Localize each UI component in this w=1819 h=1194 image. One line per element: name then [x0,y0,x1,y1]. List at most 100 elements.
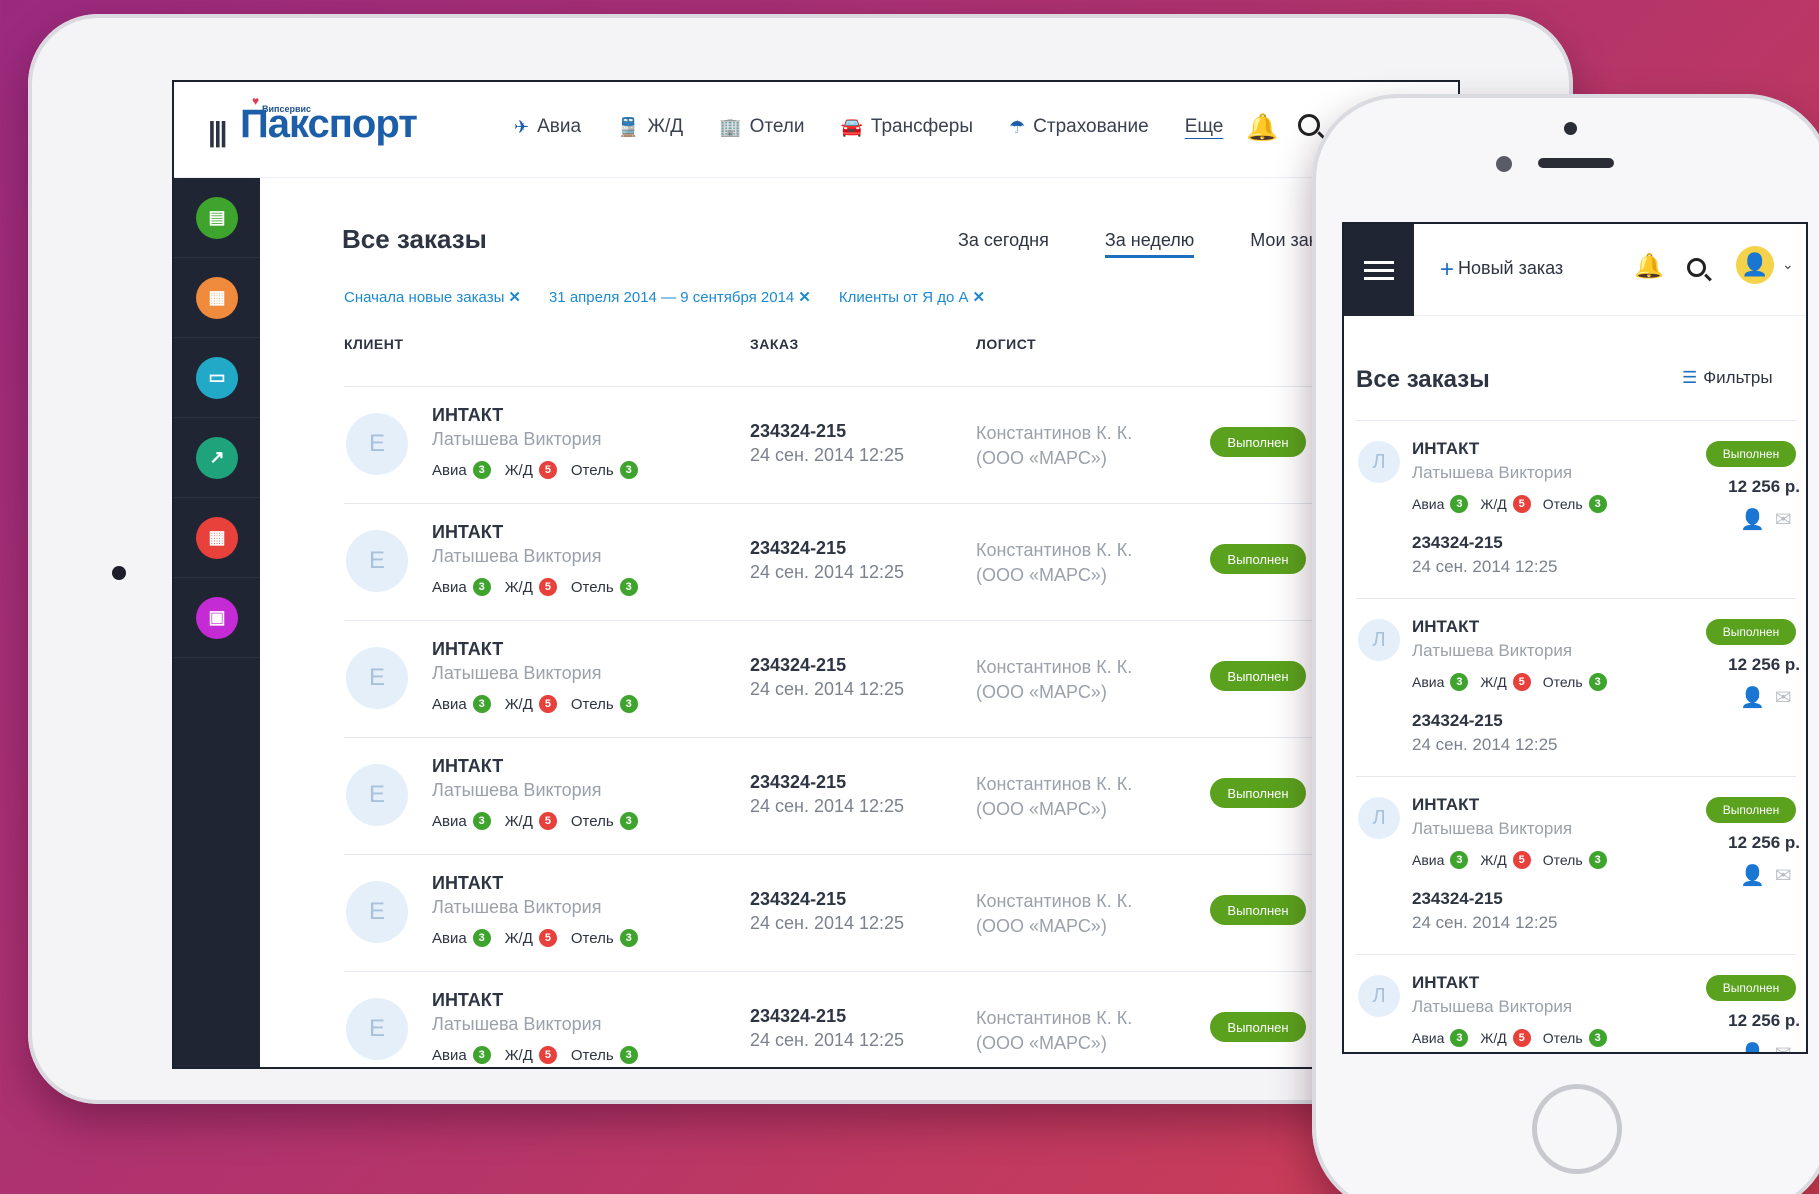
status-badge: Выполнен [1706,441,1796,467]
service-tag: Авиа 3 [432,929,491,947]
nav-item-label: Страхование [1033,116,1149,137]
order-number[interactable]: 234324-215 [750,421,846,442]
service-label: Отель [1542,674,1583,690]
list-item[interactable]: ЛИНТАКТЛатышева ВикторияАвиа3Ж/Д5Отель32… [1356,598,1800,776]
mail-icon[interactable]: ✉ [1775,1041,1792,1052]
table-row[interactable]: Е ИНТАКТ Латышева Виктория Авиа 3 Ж/Д 5 Отель 3 2… [344,386,1354,503]
logist-company: (ООО «МАРС») [976,799,1107,819]
logo[interactable]: ♥ Випсервис Пакспорт [240,82,420,178]
sidebar: ▤ ▦ ▭ ↗ ▦ ▣ [174,178,260,1067]
client-avatar: Л [1358,797,1400,839]
user-icon[interactable]: 👤 [1740,507,1765,532]
filter-chip[interactable]: Сначала новые заказы ✕ [344,288,521,306]
new-order-button[interactable]: + Новый заказ [1440,256,1563,284]
service-tag: Отель 3 [571,929,638,947]
list-item[interactable]: ЛИНТАКТЛатышева ВикторияАвиа3Ж/Д5Отель32… [1356,776,1800,954]
sidebar-item[interactable]: ▦ [174,258,260,338]
order-number[interactable]: 234324-215 [750,655,846,676]
service-tag: Авиа 3 [432,695,491,713]
nav-item[interactable]: 🚘 Трансферы [841,116,974,138]
plus-icon: + [1440,256,1455,283]
mail-icon[interactable]: ✉ [1775,507,1792,532]
service-label: Ж/Д [504,461,533,479]
filter-chip[interactable]: 31 апреля 2014 — 9 сентября 2014 ✕ [549,288,811,306]
user-icon[interactable]: 👤 [1740,1041,1765,1052]
search-icon[interactable] [1687,258,1706,277]
service-label: Отель [570,578,614,596]
remove-filter-icon[interactable]: ✕ [798,289,811,306]
service-count-badge: 5 [1512,1029,1531,1047]
avatar[interactable]: 👤 [1736,246,1774,284]
client-company: ИНТАКТ [1412,439,1480,458]
order-number[interactable]: 234324-215 [750,889,846,910]
service-count-badge: 5 [538,578,557,596]
card-actions: 👤 ✉ [1740,507,1792,532]
tablet-camera [112,566,126,580]
order-number[interactable]: 234324-215 [750,1006,846,1027]
service-tag: Ж/Д 5 [1480,851,1531,869]
filters-button[interactable]: ☰ Фильтры [1682,368,1773,388]
home-button[interactable] [1532,1084,1622,1174]
status-badge: Выполнен [1210,661,1306,691]
service-count-badge: 5 [538,1046,557,1064]
logist-person: Константинов К. К. [976,1008,1133,1028]
table-row[interactable]: Е ИНТАКТ Латышева Виктория Авиа 3 Ж/Д 5 Отель 3 2… [344,503,1354,620]
list-item[interactable]: ЛИНТАКТЛатышева ВикторияАвиа3Ж/Д5Отель32… [1356,420,1800,598]
search-icon[interactable] [1298,114,1320,136]
order-date: 24 сен. 2014 12:25 [750,1030,905,1050]
sidebar-item[interactable]: ↗ [174,418,260,498]
column-logist[interactable]: ЛОГИСТ [976,336,1036,352]
tab[interactable]: За неделю [1104,230,1195,258]
nav-item[interactable]: 🏢 Отели [719,116,804,138]
order-number[interactable]: 234324-215 [1412,533,1503,553]
table-row[interactable]: Е ИНТАКТ Латышева Виктория Авиа 3 Ж/Д 5 Отель 3 2… [344,737,1354,854]
service-tag: Отель 3 [1543,1029,1607,1047]
orders-list: Л ИНТАКТ Латышева Виктория Авиа 3 Ж/Д 5 Отель 3 2… [1356,420,1800,1052]
chevron-down-icon[interactable]: ⌄ [1782,256,1794,273]
order-number[interactable]: 234324-215 [750,538,846,559]
service-label: Ж/Д [1480,674,1507,690]
page-title: Все заказы [1356,366,1490,393]
hamburger-icon[interactable] [1344,224,1414,316]
client-company: ИНТАКТ [1412,795,1480,814]
order-number[interactable]: 234324-215 [750,772,846,793]
user-icon[interactable]: 👤 [1740,685,1765,710]
user-icon[interactable]: 👤 [1740,863,1765,888]
nav-item[interactable]: 🚆 Ж/Д [617,116,683,138]
table-row[interactable]: Е ИНТАКТ Латышева Виктория Авиа 3 Ж/Д 5 Отель 3 2… [344,971,1354,1067]
order-number[interactable]: 234324-215 [1412,889,1503,909]
mail-icon[interactable]: ✉ [1775,863,1792,888]
client-avatar: Л [1358,619,1400,661]
client-avatar: Е [346,881,408,943]
sidebar-item[interactable]: ▦ [174,498,260,578]
bell-icon[interactable]: 🔔 [1634,252,1664,281]
remove-filter-icon[interactable]: ✕ [973,289,986,306]
logist-person: Константинов К. К. [976,774,1133,794]
sidebar-item[interactable]: ▭ [174,338,260,418]
sidebar-item[interactable]: ▣ [174,578,260,658]
nav-item[interactable]: ✈ Авиа [514,116,581,138]
column-order[interactable]: ЗАКАЗ [750,336,799,352]
mail-icon[interactable]: ✉ [1775,685,1792,710]
filter-chip[interactable]: Клиенты от Я до А ✕ [839,288,985,306]
service-label: Ж/Д [504,929,533,947]
order-number[interactable]: 234324-215 [1412,711,1503,731]
tab[interactable]: За сегодня [958,230,1049,258]
nav-more-link[interactable]: Еще [1185,116,1224,138]
sidebar-item[interactable]: ▤ [174,178,260,258]
list-item[interactable]: ЛИНТАКТЛатышева ВикторияАвиа3Ж/Д5Отель32… [1356,954,1800,1052]
table-row[interactable]: Е ИНТАКТ Латышева Виктория Авиа 3 Ж/Д 5 Отель 3 2… [344,620,1354,737]
service-tag: Отель 3 [571,812,638,830]
column-client[interactable]: КЛИЕНТ [344,336,403,352]
order-price: 12 256 р. [1728,833,1800,852]
bell-icon[interactable]: 🔔 [1246,112,1278,143]
table-row[interactable]: Е ИНТАКТ Латышева Виктория Авиа 3 Ж/Д 5 Отель 3 2… [344,854,1354,971]
remove-filter-icon[interactable]: ✕ [508,289,521,306]
new-order-label: Новый заказ [1458,258,1564,278]
client-person: Латышева Виктория [432,663,602,683]
menu-icon[interactable]: ||| [208,116,227,148]
service-tags: Авиа 3 Ж/Д 5 Отель 3 [432,695,638,713]
service-count-badge: 5 [538,812,557,830]
order-date: 24 сен. 2014 12:25 [750,796,905,816]
nav-item[interactable]: ☂ Страхование [1009,116,1149,138]
